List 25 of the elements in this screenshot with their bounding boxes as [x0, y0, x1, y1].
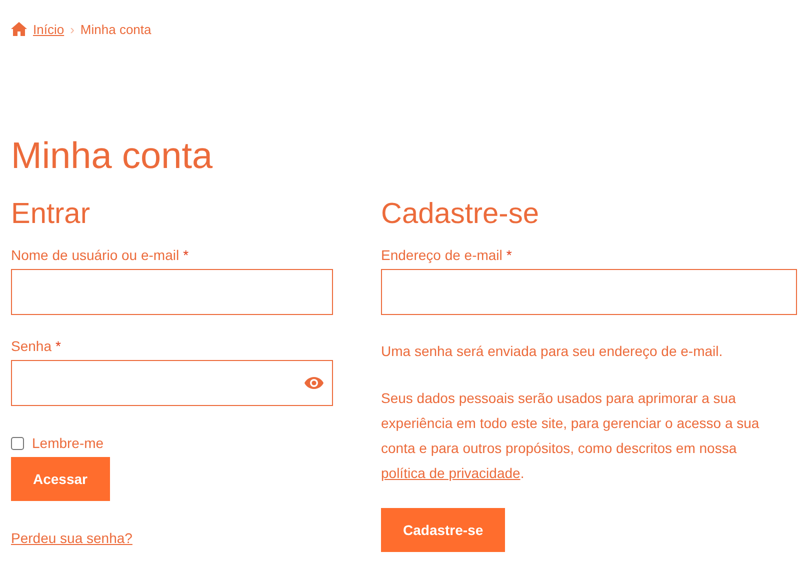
input-field[interactable] — [11, 269, 333, 315]
privacy-paragraph: Seus dados pessoais serão usados para aprimorar a sua experiência em todo este site, para gerenciar o acesso a sua conta e para outros propósitos, como descritos em nossa política de privacidade. — [381, 389, 760, 483]
breadcrumb-link[interactable]: Início — [33, 22, 64, 36]
field-label: Senha — [11, 338, 52, 354]
lost-password-link[interactable]: Perdeu sua senha? — [11, 530, 132, 546]
section-heading: Entrar — [11, 197, 91, 232]
page-title: Minha conta — [11, 134, 214, 178]
required-mark: * — [506, 247, 512, 263]
field-label: Nome de usuário ou e-mail — [11, 247, 180, 263]
checkbox-label: Lembre-me — [32, 435, 104, 451]
register-button[interactable]: Cadastre-se — [381, 508, 506, 552]
required-mark: * — [183, 247, 189, 263]
field-label: Endereço de e-mail — [381, 247, 502, 263]
login-button[interactable]: Acessar — [11, 457, 110, 501]
required-mark: * — [55, 338, 61, 354]
eye-icon[interactable] — [304, 376, 324, 390]
section-heading: Cadastre-se — [381, 197, 540, 232]
checkbox[interactable] — [11, 436, 24, 450]
home-icon[interactable] — [11, 22, 27, 36]
breadcrumb-current: Minha conta — [80, 22, 152, 36]
privacy-link[interactable]: política de privacidade — [381, 465, 520, 481]
info-text: Uma senha será enviada para seu endereço de e-mail. — [381, 342, 724, 361]
input-field[interactable] — [11, 360, 333, 406]
breadcrumb-separator: › — [70, 22, 74, 36]
input-field[interactable] — [381, 269, 797, 315]
